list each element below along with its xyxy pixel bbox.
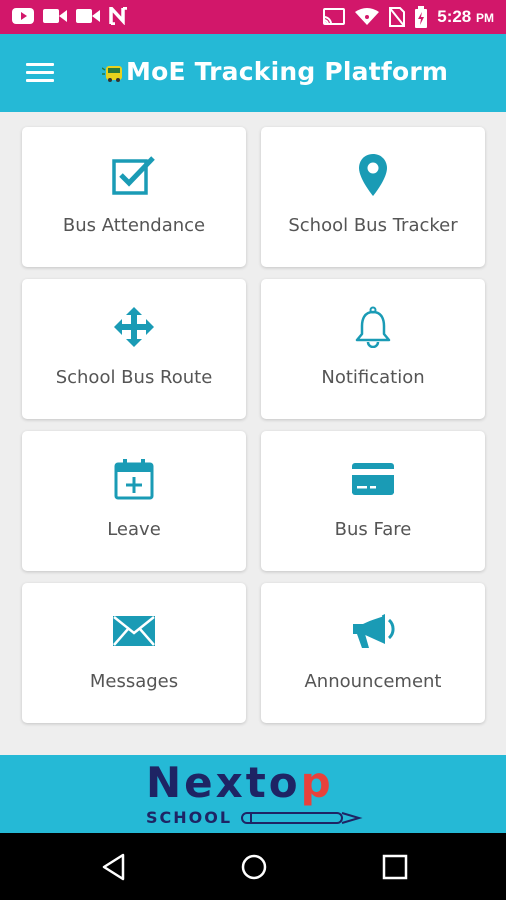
move-arrows-icon	[114, 307, 154, 347]
bus-fare-card[interactable]: Bus Fare	[261, 431, 485, 571]
school-bus-tracker-label: School Bus Tracker	[288, 215, 458, 236]
video-camera-icon	[76, 9, 100, 23]
school-bus-route-label: School Bus Route	[55, 367, 213, 388]
leave-card[interactable]: Leave	[22, 431, 246, 571]
messages-card[interactable]: Messages	[22, 583, 246, 723]
announcement-card[interactable]: Announcement	[261, 583, 485, 723]
battery-icon	[415, 6, 428, 28]
notification-icons	[12, 7, 129, 25]
bus-attendance-label: Bus Attendance	[62, 215, 206, 236]
bus-logo-icon	[102, 66, 122, 82]
status-bar: 5:28 PM	[0, 0, 506, 34]
back-icon[interactable]	[101, 853, 127, 881]
recents-icon[interactable]	[382, 853, 408, 881]
cast-icon	[323, 8, 346, 25]
checkbox-icon	[112, 156, 155, 195]
school-bus-route-card[interactable]: School Bus Route	[22, 279, 246, 419]
school-bus-tracker-card[interactable]: School Bus Tracker	[261, 127, 485, 267]
youtube-icon	[12, 8, 34, 24]
envelope-icon	[113, 616, 155, 646]
home-icon[interactable]	[240, 853, 268, 881]
android-nav-bar	[0, 833, 506, 900]
app-title: MoE Tracking Platform	[126, 57, 449, 86]
megaphone-icon	[353, 614, 395, 648]
wifi-icon	[355, 8, 380, 25]
brand-logo-text: Nextop	[146, 758, 334, 807]
announcement-label: Announcement	[304, 671, 442, 692]
no-sim-icon	[389, 7, 406, 27]
bus-fare-label: Bus Fare	[334, 519, 412, 540]
credit-card-icon	[352, 463, 394, 495]
pencil-icon	[241, 812, 363, 824]
brand-sub-text: SCHOOL	[146, 808, 233, 827]
system-icons: 5:28 PM	[323, 6, 494, 28]
notification-card[interactable]: Notification	[261, 279, 485, 419]
bus-attendance-card[interactable]: Bus Attendance	[22, 127, 246, 267]
notification-label: Notification	[321, 367, 425, 388]
calendar-add-icon	[114, 459, 154, 500]
status-time: 5:28 PM	[437, 7, 494, 26]
leave-label: Leave	[107, 519, 161, 540]
n-app-icon	[109, 7, 127, 25]
messages-label: Messages	[89, 671, 179, 692]
video-camera-icon	[43, 9, 67, 23]
app-bar: MoE Tracking Platform	[0, 34, 506, 112]
location-pin-icon	[359, 154, 387, 196]
bell-icon	[355, 306, 391, 348]
hamburger-menu-icon[interactable]	[26, 63, 54, 83]
